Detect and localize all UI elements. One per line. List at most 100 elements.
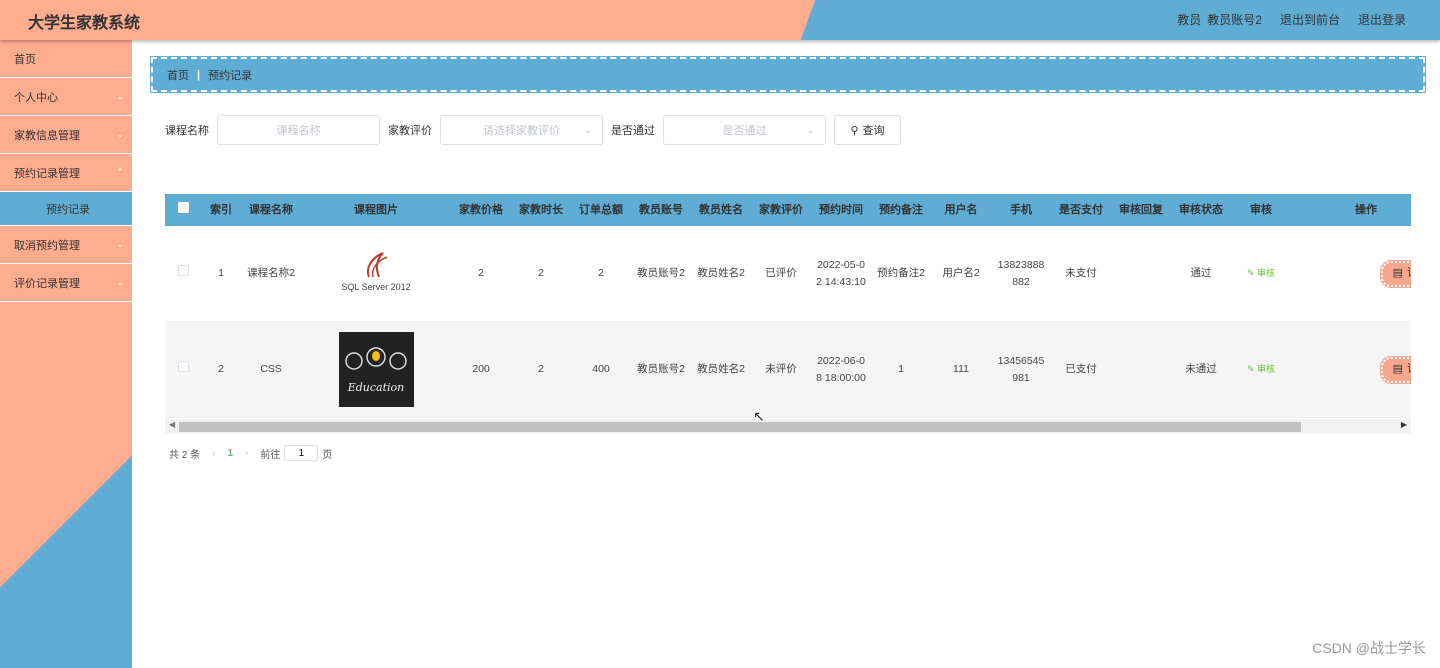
- column-header: 家教价格: [459, 203, 503, 216]
- sql-server-logo-icon: [367, 252, 388, 278]
- column-header: 教员姓名: [699, 203, 743, 216]
- sidebar-subitem-booking-records[interactable]: 预约记录: [0, 192, 132, 226]
- goto-label: 前往: [260, 449, 281, 461]
- search-icon: ⚲: [850, 124, 859, 137]
- cell-total: 400: [592, 363, 610, 375]
- chevron-up-icon: ⌃: [116, 167, 124, 177]
- chevron-down-icon: ⌄: [116, 239, 124, 249]
- search-form: 课程名称 课程名称 家教评价 请选择家教评价 ⌄ 是否通过 是否通过 ⌄ ⚲ 查…: [165, 115, 901, 145]
- exit-to-front-link[interactable]: 退出到前台: [1280, 11, 1340, 28]
- sidebar-item-personal-center[interactable]: 个人中心 ⌄: [0, 78, 132, 116]
- chevron-down-icon: ⌄: [116, 129, 124, 139]
- table-horizontal-scrollbar[interactable]: ◀ ▶: [165, 419, 1411, 434]
- cell-teacher-name: 教员姓名2: [697, 363, 745, 375]
- chevron-down-icon: ⌄: [583, 124, 592, 136]
- sidebar-item-label: 预约记录管理: [14, 167, 80, 180]
- column-header: 审核: [1250, 203, 1272, 216]
- query-button[interactable]: ⚲ 查询: [834, 115, 901, 145]
- pass-label: 是否通过: [611, 125, 655, 137]
- booking-table: 索引 课程名称 课程图片 家教价格 家教时长 订单总额 教员账号 教员姓名 家教…: [165, 194, 1411, 434]
- sidebar-item-label: 评价记录管理: [14, 277, 80, 290]
- goto-page-input[interactable]: [284, 445, 319, 461]
- pass-select[interactable]: 是否通过 ⌄: [663, 115, 826, 145]
- course-name-label: 课程名称: [165, 125, 209, 137]
- cell-phone: 13456545981: [997, 354, 1045, 384]
- cell-index: 1: [218, 267, 224, 279]
- scrollbar-thumb[interactable]: [179, 422, 1301, 432]
- column-header: 索引: [210, 203, 232, 216]
- course-name-placeholder: 课程名称: [276, 125, 321, 137]
- audit-link-label: 审核: [1257, 364, 1276, 374]
- sidebar-item-booking-management[interactable]: 预约记录管理 ⌃: [0, 154, 132, 192]
- course-image-education: Education: [338, 332, 414, 407]
- cell-price: 200: [472, 363, 490, 375]
- column-header: 手机: [1010, 203, 1032, 216]
- detail-button[interactable]: ▤ 详情: [1379, 259, 1411, 288]
- audit-link[interactable]: ✎ 审核: [1247, 364, 1275, 374]
- sidebar-item-label: 预约记录: [46, 203, 90, 216]
- app-title: 大学生家教系统: [28, 13, 141, 32]
- sidebar-item-label: 家教信息管理: [14, 129, 80, 142]
- page-number[interactable]: 1: [227, 448, 233, 459]
- user-account: 教员账号2: [1207, 13, 1262, 27]
- sidebar-item-label: 取消预约管理: [14, 239, 80, 252]
- column-header: 教员账号: [639, 203, 683, 216]
- prev-page-icon[interactable]: ‹: [212, 448, 215, 459]
- course-name-input[interactable]: 课程名称: [217, 115, 380, 145]
- table-row: 1 课程名称2 SQL Server 2012 2 2 2 教员账号2 教员姓名…: [165, 226, 1411, 322]
- top-header: 大学生家教系统 教员 教员账号2 退出到前台 退出登录: [0, 0, 1440, 40]
- mouse-pointer-icon: ↖: [753, 408, 765, 424]
- column-header: 家教时长: [519, 203, 563, 216]
- rating-label: 家教评价: [388, 125, 432, 137]
- sidebar-item-tutor-info[interactable]: 家教信息管理 ⌄: [0, 116, 132, 154]
- row-checkbox[interactable]: [177, 265, 189, 276]
- chevron-down-icon: ⌄: [806, 124, 815, 136]
- cell-course: 课程名称2: [247, 267, 295, 279]
- cell-note: 预约备注2: [877, 267, 925, 279]
- cell-image: SQL Server 2012: [301, 244, 451, 304]
- cell-price: 2: [478, 267, 484, 279]
- audit-link-label: 审核: [1257, 268, 1276, 278]
- sidebar-item-review-records[interactable]: 评价记录管理 ⌄: [0, 264, 132, 302]
- watermark: CSDN @战士学长: [1312, 640, 1426, 656]
- select-all-checkbox-cell[interactable]: [165, 201, 201, 219]
- cell-rating: 未评价: [765, 363, 797, 375]
- header-actions: 教员 教员账号2 退出到前台 退出登录: [1177, 11, 1406, 28]
- document-icon: ▤: [1392, 267, 1403, 279]
- scroll-left-arrow-icon[interactable]: ◀: [169, 420, 175, 429]
- cell-paid: 未支付: [1065, 267, 1097, 279]
- cell-duration: 2: [538, 363, 544, 375]
- total-count: 2: [181, 449, 188, 461]
- detail-button-label: 详情: [1407, 265, 1411, 282]
- cell-image: Education: [301, 332, 451, 407]
- column-header: 预约时间: [819, 203, 863, 216]
- detail-button[interactable]: ▤ 详情: [1379, 355, 1411, 384]
- next-page-icon[interactable]: ›: [245, 448, 248, 459]
- chevron-down-icon: ⌄: [116, 277, 124, 287]
- audit-link[interactable]: ✎ 审核: [1247, 268, 1275, 278]
- cell-rating: 已评价: [765, 267, 797, 279]
- sidebar-item-cancel-booking[interactable]: 取消预约管理 ⌄: [0, 226, 132, 264]
- cell-audit: ✎ 审核: [1231, 361, 1291, 378]
- scroll-right-arrow-icon[interactable]: ▶: [1401, 420, 1407, 429]
- cell-username: 用户名2: [942, 267, 980, 279]
- select-all-checkbox[interactable]: [177, 201, 189, 213]
- logout-link[interactable]: 退出登录: [1358, 11, 1406, 28]
- table-header: 索引 课程名称 课程图片 家教价格 家教时长 订单总额 教员账号 教员姓名 家教…: [165, 194, 1411, 226]
- detail-button-label: 详情: [1407, 361, 1411, 378]
- table-row: 2 CSS Education 200 2 400 教员账号2 教员姓名2 未评…: [165, 322, 1411, 418]
- cell-teacher-account: 教员账号2: [637, 363, 685, 375]
- cell-time: 2022-06-08 18:00:00: [816, 354, 866, 384]
- cell-actions: ▤ 详情: [1291, 355, 1411, 384]
- column-header: 家教评价: [759, 203, 803, 216]
- row-checkbox[interactable]: [177, 361, 189, 372]
- column-header: 用户名: [944, 203, 978, 216]
- cell-phone: 13823888882: [997, 258, 1045, 288]
- column-header: 是否支付: [1059, 203, 1103, 216]
- rating-select[interactable]: 请选择家教评价 ⌄: [440, 115, 603, 145]
- cell-actions: ▤ 详情: [1291, 259, 1411, 288]
- edit-icon: ✎: [1246, 364, 1255, 374]
- sidebar-item-home[interactable]: 首页: [0, 40, 132, 78]
- breadcrumb-home[interactable]: 首页: [167, 67, 189, 83]
- course-image-sql-server: SQL Server 2012: [341, 244, 411, 304]
